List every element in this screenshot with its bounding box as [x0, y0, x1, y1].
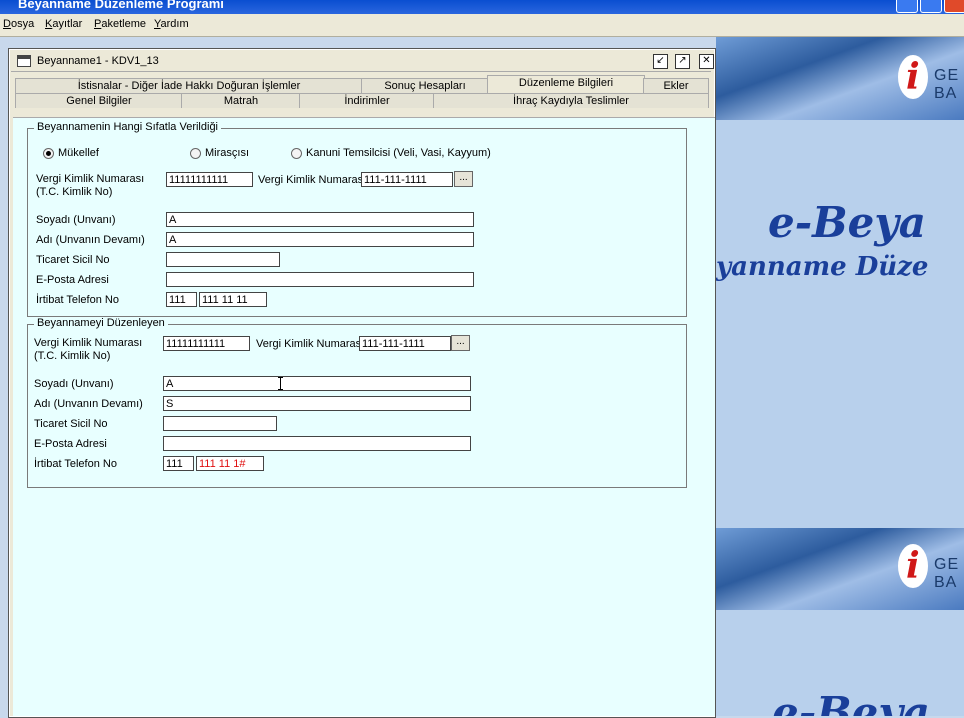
- tab-istisnalar[interactable]: İstisnalar - Diğer İade Hakkı Doğuran İş…: [15, 78, 363, 93]
- tckn-sublabel: (T.C. Kimlik No): [34, 350, 111, 362]
- telefon-numara-input[interactable]: 111 11 11: [199, 292, 267, 307]
- tckn-sublabel: (T.C. Kimlik No): [36, 186, 113, 198]
- bank-logo-icon: i: [898, 544, 928, 588]
- telefon-alan-kodu-input[interactable]: 111: [166, 292, 197, 307]
- adi-label: Adı (Unvanın Devamı): [36, 234, 145, 246]
- vkn-label: Vergi Kimlik Numarası: [258, 174, 367, 186]
- adi-label: Adı (Unvanın Devamı): [34, 398, 143, 410]
- tab-matrah[interactable]: Matrah: [181, 93, 301, 108]
- adi-input[interactable]: S: [163, 396, 471, 411]
- menu-kayitlar[interactable]: Kayıtlar: [45, 18, 82, 30]
- radio-mirascisi[interactable]: [190, 148, 201, 159]
- ticaret-sicil-label: Ticaret Sicil No: [34, 418, 108, 430]
- group-beyannameyi-duzenleyen: Beyannameyi Düzenleyen Vergi Kimlik Numa…: [27, 317, 687, 488]
- tab-sonuc-hesaplari[interactable]: Sonuç Hesapları: [361, 78, 489, 93]
- text-cursor-icon: [278, 377, 283, 390]
- soyadi-input[interactable]: A: [166, 212, 474, 227]
- window-title-bar: Beyanname1 - KDV1_13 ↙ ↗ ✕: [11, 51, 714, 72]
- background-panel: e-Beya yanname Düze: [716, 120, 964, 528]
- restore-icon[interactable]: ↙: [653, 54, 668, 69]
- telefon-numara-input[interactable]: 111 11 1#: [196, 456, 264, 471]
- ticaret-sicil-input[interactable]: [166, 252, 280, 267]
- window-icon: [17, 55, 31, 67]
- banner-top: i GE BA: [716, 37, 964, 120]
- beyanname-window: Beyanname1 - KDV1_13 ↙ ↗ ✕ İstisnalar - …: [8, 48, 716, 718]
- soyadi-input[interactable]: A: [163, 376, 471, 391]
- soyadi-label: Soyadı (Unvanı): [36, 214, 116, 226]
- window-title: Beyanname1 - KDV1_13: [37, 55, 159, 67]
- tab-ekler[interactable]: Ekler: [643, 78, 709, 93]
- tab-indirimler[interactable]: İndirimler: [299, 93, 435, 108]
- radio-label-mukellef: Mükellef: [58, 147, 99, 159]
- menu-yardim[interactable]: Yardım: [154, 18, 189, 30]
- headline-2: yanname Düze: [716, 252, 929, 282]
- logo-text-2: BA: [934, 85, 958, 102]
- eposta-input[interactable]: [163, 436, 471, 451]
- ticaret-sicil-label: Ticaret Sicil No: [36, 254, 110, 266]
- radio-kanuni-temsilci[interactable]: [291, 148, 302, 159]
- tckn-input[interactable]: 11111111111: [166, 172, 253, 187]
- adi-input[interactable]: A: [166, 232, 474, 247]
- menu-bar: Dosya Kayıtlar Paketleme Yardım: [0, 14, 964, 37]
- app-title: Beyanname Düzenleme Programı: [18, 0, 224, 11]
- close-button[interactable]: [944, 0, 964, 13]
- eposta-label: E-Posta Adresi: [34, 438, 107, 450]
- bank-logo-icon: i: [898, 55, 928, 99]
- vkn-label: Vergi Kimlik Numarası: [256, 338, 365, 350]
- group-legend: Beyannamenin Hangi Sıfatla Verildiği: [34, 121, 222, 133]
- tckn-label: Vergi Kimlik Numarası: [34, 337, 143, 349]
- maximize-icon[interactable]: ↗: [675, 54, 690, 69]
- background-wallpaper: i GE BA e-Beya yanname Düze i GE BA e-Be…: [716, 37, 964, 716]
- group-beyanname-sifati: Beyannamenin Hangi Sıfatla Verildiği Mük…: [27, 121, 687, 317]
- radio-label-kanuni-temsilci: Kanuni Temsilcisi (Veli, Vasi, Kayyum): [306, 147, 491, 159]
- tckn-input[interactable]: 11111111111: [163, 336, 250, 351]
- headline-3: e-Beya: [772, 688, 930, 716]
- radio-mukellef[interactable]: [43, 148, 54, 159]
- tab-duzenleme-bilgileri[interactable]: Düzenleme Bilgileri: [487, 75, 645, 93]
- eposta-label: E-Posta Adresi: [36, 274, 109, 286]
- app-title-bar: Beyanname Düzenleme Programı: [0, 0, 964, 14]
- logo-text-1: GE: [934, 556, 960, 573]
- radio-label-mirascisi: Mirasçısı: [205, 147, 249, 159]
- telefon-label: İrtibat Telefon No: [36, 294, 119, 306]
- background-panel-2: e-Beya: [716, 610, 964, 716]
- minimize-button[interactable]: [896, 0, 918, 13]
- maximize-button[interactable]: [920, 0, 942, 13]
- vkn-input[interactable]: 111-111-1111: [361, 172, 453, 187]
- logo-text-2: BA: [934, 574, 958, 591]
- tckn-label: Vergi Kimlik Numarası: [36, 173, 145, 185]
- vkn-input[interactable]: 111-111-1111: [359, 336, 451, 351]
- tab-content: Beyannamenin Hangi Sıfatla Verildiği Mük…: [13, 117, 715, 716]
- banner-bottom: i GE BA: [716, 528, 964, 610]
- ticaret-sicil-input[interactable]: [163, 416, 277, 431]
- tab-ihrac-kaydiyla-teslimler[interactable]: İhraç Kaydıyla Teslimler: [433, 93, 709, 108]
- telefon-alan-kodu-input[interactable]: 111: [163, 456, 194, 471]
- vkn-lookup-button[interactable]: ...: [451, 335, 470, 351]
- group-legend: Beyannameyi Düzenleyen: [34, 317, 168, 329]
- eposta-input[interactable]: [166, 272, 474, 287]
- close-icon[interactable]: ✕: [699, 54, 714, 69]
- telefon-label: İrtibat Telefon No: [34, 458, 117, 470]
- vkn-lookup-button[interactable]: ...: [454, 171, 473, 187]
- soyadi-label: Soyadı (Unvanı): [34, 378, 114, 390]
- menu-dosya[interactable]: Dosya: [3, 18, 34, 30]
- menu-paketleme[interactable]: Paketleme: [94, 18, 146, 30]
- logo-text-1: GE: [934, 67, 960, 84]
- tab-genel-bilgiler[interactable]: Genel Bilgiler: [15, 93, 183, 108]
- headline-1: e-Beya: [768, 198, 926, 247]
